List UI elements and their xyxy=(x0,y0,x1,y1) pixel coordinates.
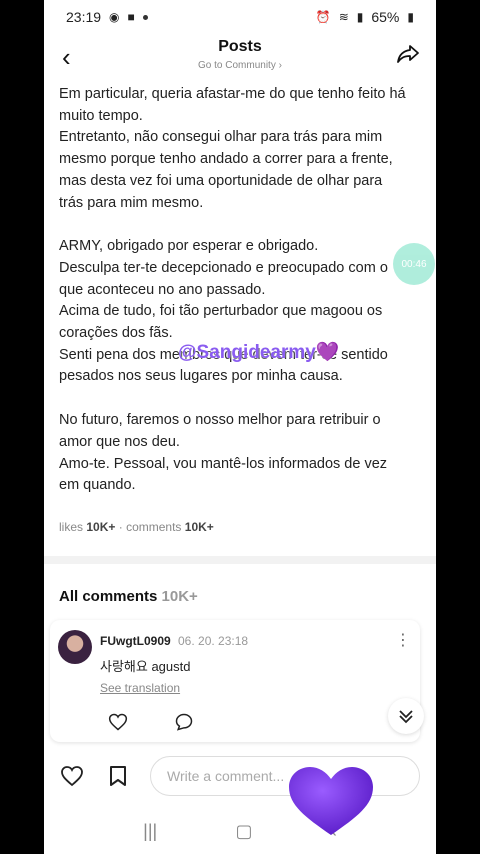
bookmark-icon[interactable] xyxy=(106,764,130,788)
post-paragraph: Em particular, queria afastar-me do que … xyxy=(59,86,406,124)
purple-heart-sticker-icon xyxy=(289,767,373,835)
video-icon: ■ xyxy=(127,10,135,24)
status-time: 23:19 xyxy=(66,9,102,25)
post-paragraph: ARMY, obrigado por esperar e obrigado. xyxy=(59,238,319,255)
post-stats: likes 10K+ · comments 10K+ xyxy=(59,520,214,534)
status-bar: 23:19 ◉ ■ ⏰ ≋ ▮ 65% ▮ xyxy=(44,0,436,34)
heart-outline-icon[interactable] xyxy=(108,712,128,732)
comment-date: 06. 20. 23:18 xyxy=(178,634,249,648)
wifi-icon: ≋ xyxy=(338,10,349,24)
comment-text: 사랑해요 agustd xyxy=(100,659,191,674)
post-paragraph: Desculpa ter-te decepcionado e preocupad… xyxy=(59,259,388,298)
avatar[interactable] xyxy=(58,630,92,664)
notification-icon: ◉ xyxy=(109,10,120,24)
comments-total: 10K+ xyxy=(161,588,198,605)
comments-heading: All comments 10K+ xyxy=(59,588,198,605)
more-notifications-icon xyxy=(142,14,148,20)
comments-label: comments xyxy=(126,520,182,534)
likes-count: 10K+ xyxy=(86,520,116,534)
battery-icon: ▮ xyxy=(407,10,414,24)
share-icon[interactable] xyxy=(396,42,420,66)
section-divider xyxy=(44,556,436,564)
comment-item: FUwgtL0909 06. 20. 23:18 ⋮ 사랑해요 agustd S… xyxy=(50,620,420,742)
bottom-action-bar: Write a comment... xyxy=(44,752,436,802)
post-paragraph: No futuro, faremos o nosso melhor para r… xyxy=(59,412,381,450)
timer-badge[interactable]: 00:46 xyxy=(393,243,435,285)
signal-icon: ▮ xyxy=(356,10,364,24)
heart-outline-icon[interactable] xyxy=(60,764,84,788)
double-chevron-down-icon xyxy=(399,710,413,724)
alarm-icon: ⏰ xyxy=(315,10,331,24)
comment-bubble-icon[interactable] xyxy=(174,712,194,732)
post-paragraph: Amo-te. Pessoal, vou mantê-los informado… xyxy=(59,455,388,494)
comment-username[interactable]: FUwgtL0909 xyxy=(100,634,171,648)
post-paragraph: Acima de tudo, foi tão perturbador que m… xyxy=(59,303,383,342)
page-title: Posts xyxy=(218,38,262,55)
recent-apps-icon[interactable]: ||| xyxy=(143,821,157,842)
home-icon[interactable]: ▢ xyxy=(236,821,253,842)
comments-title: All comments xyxy=(59,588,158,605)
scroll-down-button[interactable] xyxy=(388,698,424,734)
go-to-community-link[interactable]: Go to Community › xyxy=(44,60,436,71)
comments-count: 10K+ xyxy=(184,520,214,534)
battery-percent: 65% xyxy=(371,9,400,25)
see-translation-link[interactable]: See translation xyxy=(100,681,180,695)
likes-label: likes xyxy=(59,520,84,534)
watermark: @Sangidearmy💜 xyxy=(178,342,340,363)
header: ‹ Posts Go to Community › xyxy=(44,34,436,78)
more-options-icon[interactable]: ⋮ xyxy=(395,630,411,650)
post-paragraph: Entretanto, não consegui olhar para trás… xyxy=(59,129,393,211)
app-screen: 23:19 ◉ ■ ⏰ ≋ ▮ 65% ▮ ‹ Posts Go to Comm… xyxy=(44,0,436,854)
system-nav-bar: ||| ▢ ‹ xyxy=(44,808,436,854)
post-body: Em particular, queria afastar-me do que … xyxy=(59,84,409,497)
